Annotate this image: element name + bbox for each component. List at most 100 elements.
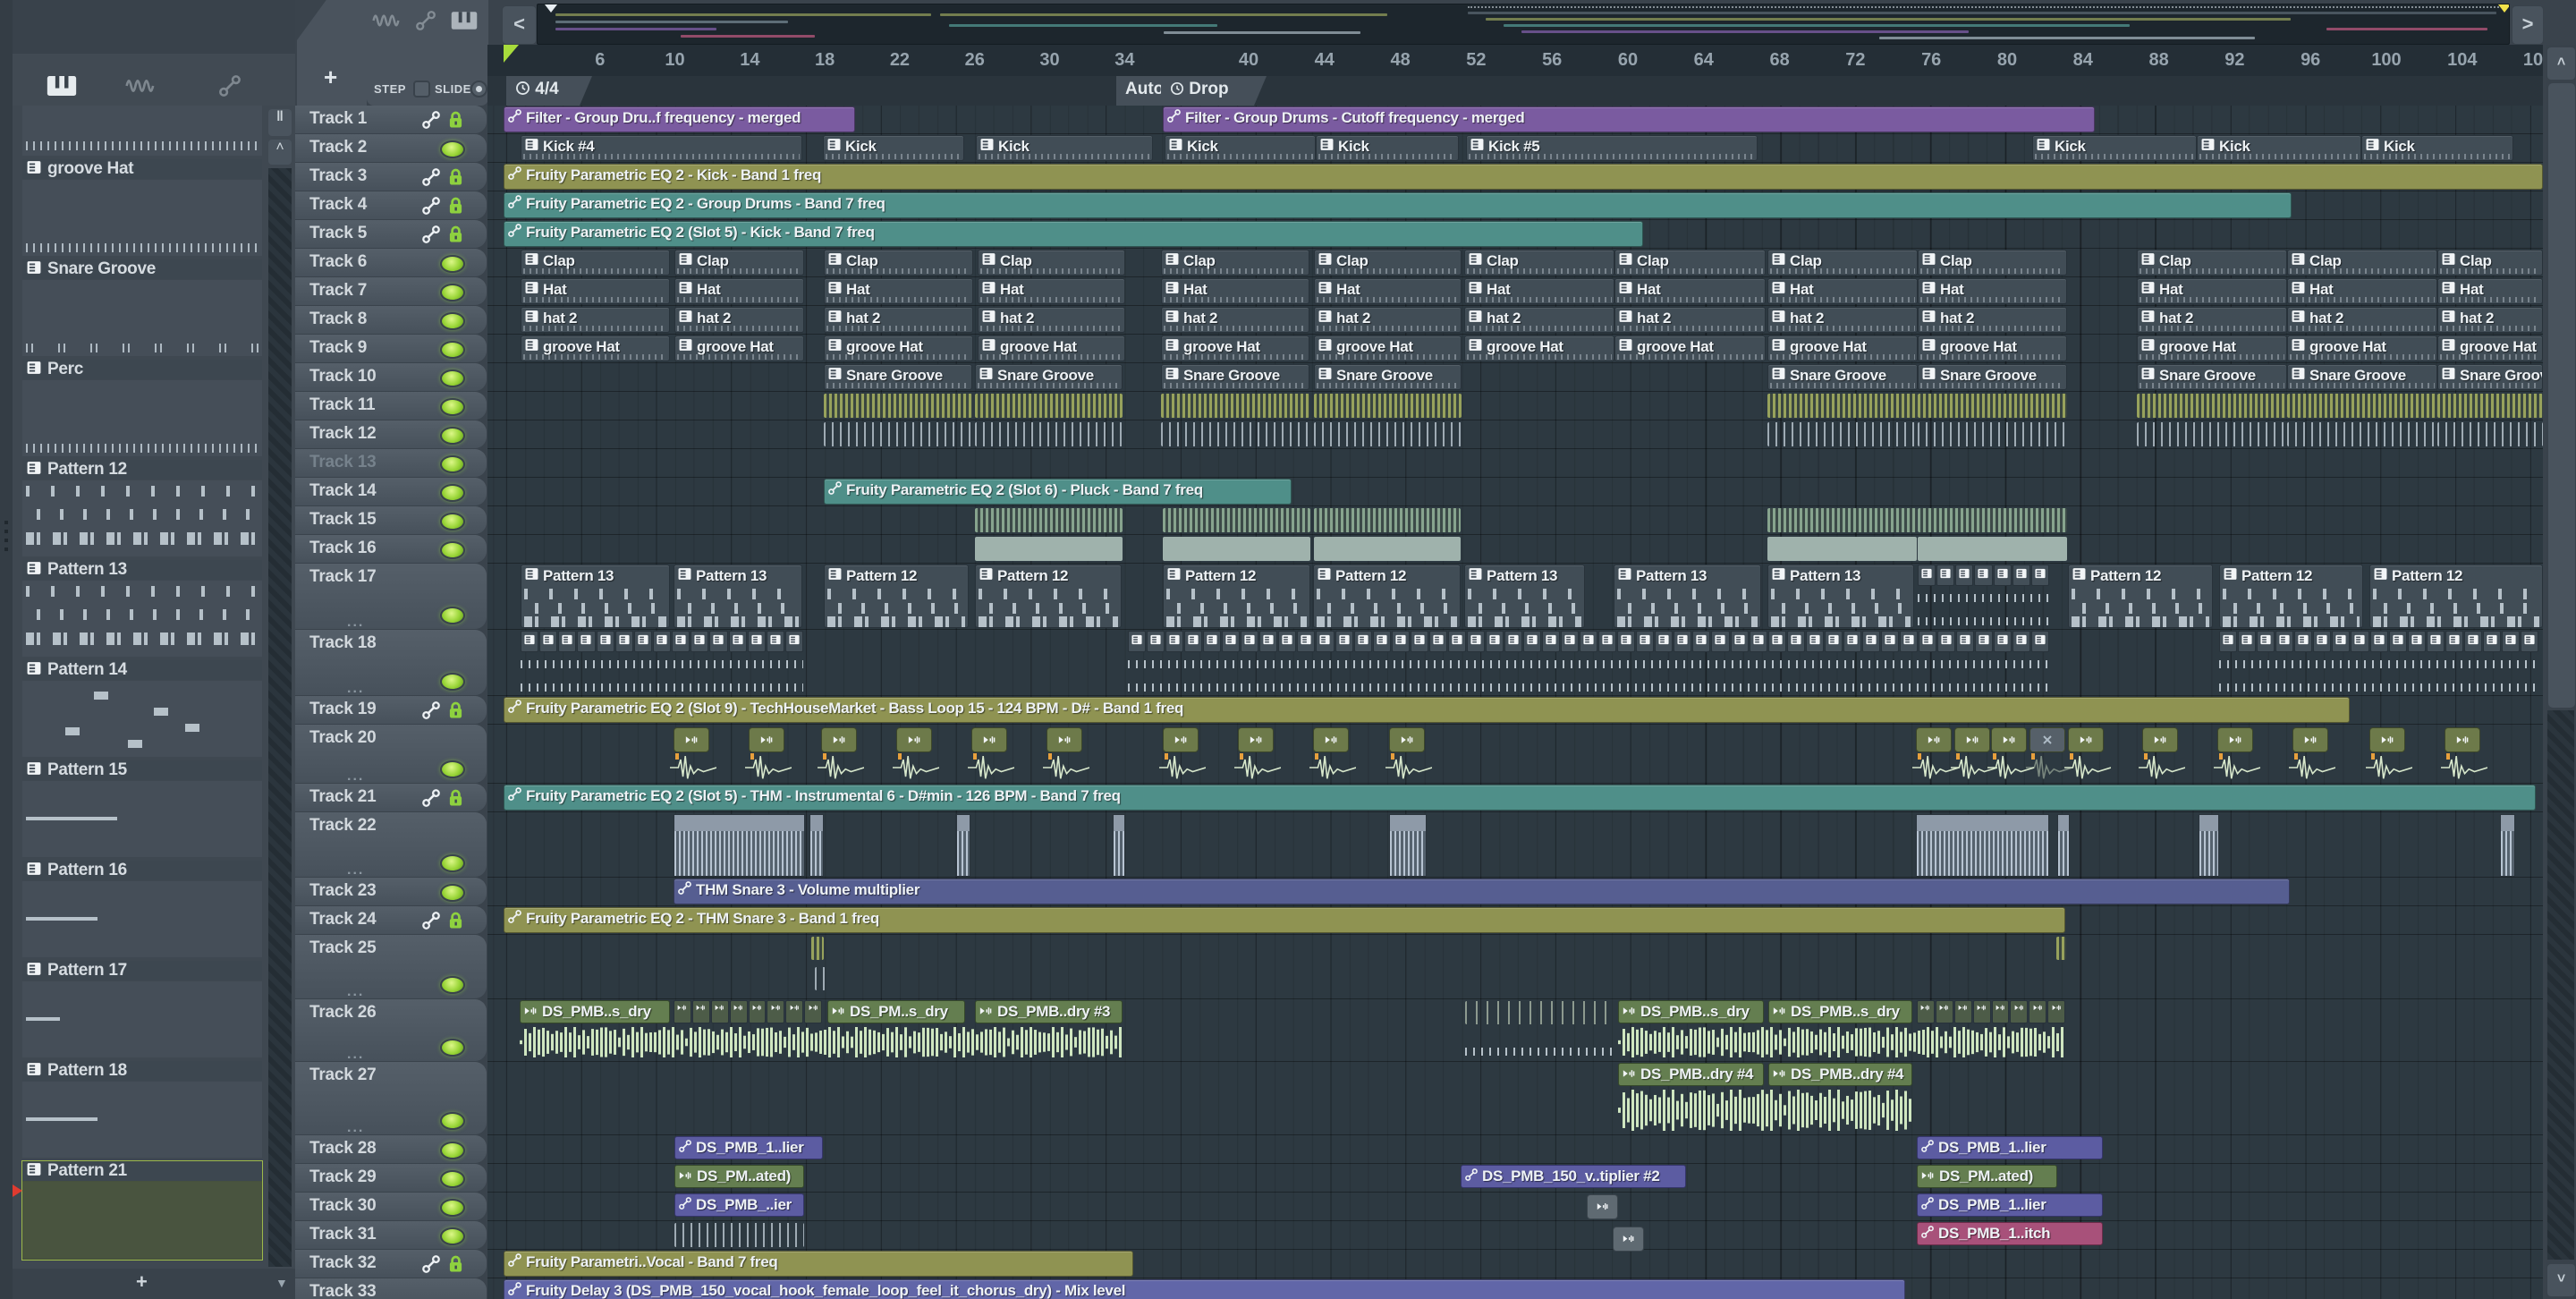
track-lane-4[interactable]: Fruity Parametric EQ 2 - Group Drums - B… xyxy=(487,191,2543,220)
tiny-pattern-clip[interactable] xyxy=(1994,631,2012,652)
playlist-grid[interactable]: Filter - Group Dru..f frequency - merged… xyxy=(487,106,2543,1299)
track-lane-25[interactable] xyxy=(487,935,2543,999)
tiny-audio-clip[interactable] xyxy=(1991,1000,2010,1023)
tiny-pattern-clip[interactable] xyxy=(1485,631,1504,652)
track-link-icon[interactable] xyxy=(422,197,440,219)
audio-wave-clip[interactable] xyxy=(2500,814,2515,877)
tiny-pattern-clip[interactable] xyxy=(1692,631,1711,652)
track-header-track-6[interactable]: Track 6 xyxy=(295,249,487,276)
note-stripe-clip[interactable] xyxy=(824,422,972,446)
track-link-icon[interactable] xyxy=(422,1255,440,1278)
pattern-clip[interactable]: hat 2 xyxy=(1918,307,2067,333)
track-header-track-31[interactable]: Track 31 xyxy=(295,1221,487,1249)
tiny-audio-clip[interactable] xyxy=(1935,1000,1953,1023)
pattern-clip[interactable]: Kick xyxy=(823,135,964,161)
pattern-clip[interactable]: groove Hat xyxy=(1767,335,1918,361)
new-pattern-tab[interactable]: + xyxy=(297,0,367,106)
track-led[interactable] xyxy=(440,1227,465,1245)
audio-wave-clip[interactable] xyxy=(2199,814,2219,877)
track-lane-20[interactable] xyxy=(487,725,2543,784)
audio-oneshot-badge[interactable] xyxy=(1046,727,1082,752)
timeline-ruler[interactable]: 6 10 14 18 22 26 30 34 40 44 48 52 56 60 64 68 72 76 80 84 8… xyxy=(487,45,2543,77)
pattern-entry-pattern-13[interactable]: Pattern 13 xyxy=(22,560,262,658)
pattern-clip[interactable]: Clap xyxy=(1314,250,1462,276)
track-lock-icon[interactable] xyxy=(446,788,465,811)
track-led[interactable] xyxy=(440,1170,465,1188)
pattern-clip[interactable]: Clap xyxy=(824,250,973,276)
pattern-entry-snare-groove[interactable]: Snare Groove xyxy=(22,259,262,358)
note-stripe-clip[interactable] xyxy=(1767,394,1918,418)
tiny-pattern-clip[interactable] xyxy=(2463,631,2482,652)
pattern-clip[interactable]: Pattern 12 xyxy=(2219,565,2363,628)
note-stripe-clip[interactable] xyxy=(2056,937,2066,960)
pattern-clip[interactable]: hat 2 xyxy=(824,307,973,333)
tiny-pattern-clip[interactable] xyxy=(1899,631,1918,652)
track-header-track-14[interactable]: Track 14 xyxy=(295,478,487,505)
track-lane-3[interactable]: Fruity Parametric EQ 2 - Kick - Band 1 f… xyxy=(487,163,2543,191)
track-header-track-26[interactable]: Track 26... xyxy=(295,999,487,1062)
tiny-pattern-clip[interactable] xyxy=(1824,631,1843,652)
pattern-clip[interactable]: Clap xyxy=(1464,250,1614,276)
track-lane-21[interactable]: Fruity Parametric EQ 2 (Slot 5) - THM - … xyxy=(487,784,2543,812)
note-stripe-clip[interactable] xyxy=(1465,1001,1614,1024)
note-stripe-clip[interactable] xyxy=(2137,422,2287,446)
tiny-pattern-clip[interactable] xyxy=(1674,631,1692,652)
tiny-pattern-clip[interactable] xyxy=(1580,631,1598,652)
pattern-clip[interactable]: Clap xyxy=(1767,250,1918,276)
audio-oneshot-badge[interactable] xyxy=(1991,727,2027,752)
pattern-entry-pattern-17[interactable]: Pattern 17 xyxy=(22,961,262,1059)
note-stripe-clip[interactable] xyxy=(674,1223,804,1247)
track-lane-7[interactable]: Hat Hat Hat Hat Hat Hat Hat Hat Hat Hat Hat Hat Hat xyxy=(487,277,2543,306)
track-led[interactable] xyxy=(440,427,465,445)
pattern-clip[interactable]: Pattern 12 xyxy=(824,565,969,628)
note-stripe-clip[interactable] xyxy=(1314,394,1462,418)
marker-tab-drop[interactable]: Drop xyxy=(1161,76,1267,106)
pattern-entry-pattern-16[interactable]: Pattern 16 xyxy=(22,861,262,959)
track-lane-6[interactable]: Clap Clap Clap Clap Clap Clap Clap Clap Clap Clap… xyxy=(487,249,2543,277)
tiny-pattern-clip[interactable] xyxy=(1278,631,1297,652)
tiny-pattern-clip[interactable] xyxy=(2238,631,2257,652)
scroll-up-button[interactable]: ˄ xyxy=(2546,47,2576,81)
track-lane-19[interactable]: Fruity Parametric EQ 2 (Slot 9) - TechHo… xyxy=(487,696,2543,725)
pattern-clip[interactable]: Kick xyxy=(2032,135,2197,161)
track-header-track-1[interactable]: Track 1 xyxy=(295,106,487,133)
tiny-audio-clip[interactable] xyxy=(748,1000,767,1023)
automation-clip[interactable]: Fruity Parametric EQ 2 (Slot 6) - Pluck … xyxy=(824,479,1292,505)
keyboard-icon[interactable] xyxy=(47,75,77,101)
track-led[interactable] xyxy=(440,541,465,559)
pattern-clip[interactable]: Snare Groove xyxy=(975,364,1123,390)
pattern-clip[interactable]: hat 2 xyxy=(1161,307,1309,333)
playlist-vscrollbar[interactable]: ˄ ˅ xyxy=(2546,45,2576,1299)
track-lock-icon[interactable] xyxy=(446,167,465,191)
audio-oneshot-badge[interactable] xyxy=(1916,727,1952,752)
audio-oneshot-badge[interactable] xyxy=(896,727,932,752)
pattern-entry-pattern-15[interactable]: Pattern 15 xyxy=(22,760,262,859)
pattern-clip[interactable]: Hat xyxy=(1918,278,2067,304)
add-pattern-button[interactable]: + xyxy=(136,1270,148,1294)
pattern-clip[interactable]: Hat xyxy=(1464,278,1614,304)
step-toggle[interactable] xyxy=(413,81,430,98)
track-lane-32[interactable]: Fruity Parametri..Vocal - Band 7 freq xyxy=(487,1250,2543,1278)
automation-clip[interactable]: Fruity Parametric EQ 2 (Slot 5) - THM - … xyxy=(504,785,2536,811)
tiny-audio-clip[interactable] xyxy=(1953,1000,1972,1023)
tiny-pattern-clip[interactable] xyxy=(1993,565,2012,586)
pattern-clip[interactable]: Clap xyxy=(1161,250,1309,276)
tiny-audio-clip-group[interactable] xyxy=(1917,1000,2065,1023)
note-stripe-clip[interactable] xyxy=(1918,537,2067,561)
audio-clip-label[interactable]: DS_PMB..dry #4 xyxy=(1768,1063,1912,1086)
automation-mini-clip[interactable]: DS_PMB_1..lier xyxy=(1917,1193,2103,1217)
automation-clip[interactable]: Fruity Delay 3 (DS_PMB_150_vocal_hook_fe… xyxy=(504,1279,1905,1299)
track-lane-26[interactable]: DS_PMB..s_dry DS_PM..s_dry DS_PMB..dry #3 D… xyxy=(487,999,2543,1062)
tiny-pattern-clip[interactable] xyxy=(728,631,747,652)
tiny-audio-clip-group[interactable] xyxy=(674,1000,822,1023)
pattern-entry-groove-hat[interactable]: groove Hat xyxy=(22,159,262,258)
pattern-clip[interactable]: Snare Groove xyxy=(824,364,972,390)
tiny-pattern-clip[interactable] xyxy=(2521,631,2539,652)
automation-clip[interactable]: THM Snare 3 - Volume multiplier xyxy=(674,879,2290,904)
tiny-pattern-clip[interactable] xyxy=(1391,631,1410,652)
automation-mini-clip[interactable]: DS_PMB_1..itch xyxy=(1917,1222,2103,1245)
track-lock-icon[interactable] xyxy=(446,110,465,133)
tiny-pattern-clip[interactable] xyxy=(1843,631,1861,652)
pattern-clip[interactable]: Clap xyxy=(674,250,804,276)
pattern-clip[interactable]: groove Hat xyxy=(1614,335,1766,361)
